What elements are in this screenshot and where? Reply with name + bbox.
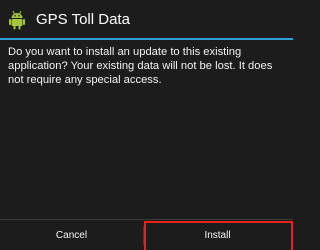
- android-robot-icon: [8, 10, 26, 30]
- dialog-message: Do you want to install an update to this…: [8, 46, 273, 86]
- install-dialog: GPS Toll Data Do you want to install an …: [0, 0, 293, 250]
- button-divider: [143, 226, 144, 245]
- dialog-header: GPS Toll Data: [0, 0, 293, 40]
- dialog-title: GPS Toll Data: [36, 11, 130, 28]
- button-bar: Cancel Install: [0, 219, 293, 250]
- cancel-button[interactable]: Cancel: [0, 220, 143, 250]
- install-button[interactable]: Install: [145, 220, 290, 250]
- title-divider: [0, 38, 293, 40]
